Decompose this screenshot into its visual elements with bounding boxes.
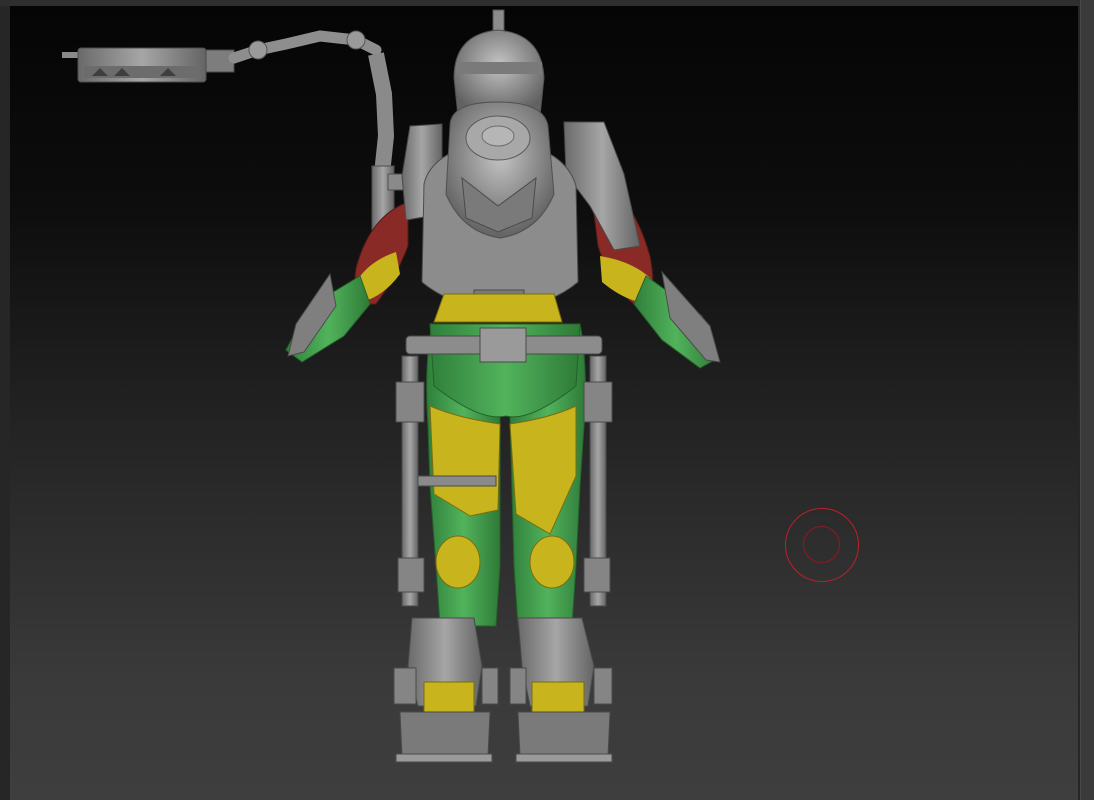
right-side-panel-edge[interactable] bbox=[1080, 0, 1094, 800]
3d-model-exosuit[interactable] bbox=[10, 6, 1078, 800]
brush-cursor-inner-ring bbox=[803, 526, 840, 563]
helmet bbox=[453, 9, 545, 117]
3d-viewport-canvas[interactable] bbox=[10, 6, 1078, 800]
brush-cursor-icon bbox=[785, 508, 859, 582]
weapon-arm bbox=[62, 30, 411, 247]
waist-yellow bbox=[433, 293, 563, 323]
sculpt-app-window bbox=[0, 0, 1094, 800]
right-knee bbox=[529, 535, 575, 589]
back-armor bbox=[421, 101, 579, 313]
boots bbox=[393, 617, 613, 763]
left-knee bbox=[435, 535, 481, 589]
